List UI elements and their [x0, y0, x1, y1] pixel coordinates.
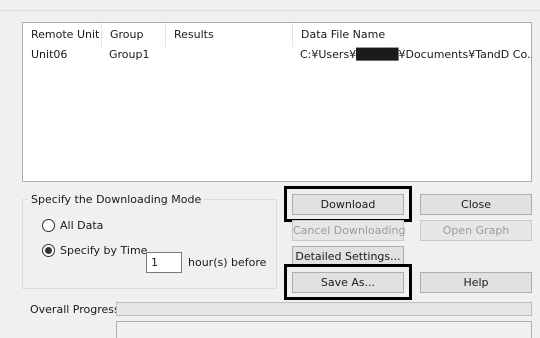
cell-results — [165, 47, 292, 65]
table-row[interactable]: Unit06 Group1 C:¥Users¥█████¥Documents¥T… — [23, 47, 532, 65]
hours-suffix-label: hour(s) before — [188, 256, 267, 269]
cell-data-file-name: C:¥Users¥█████¥Documents¥TandD Co... — [300, 48, 532, 61]
unit-list-view[interactable]: Remote Unit Group Results Data File Name… — [22, 22, 532, 182]
cell-group: Group1 — [109, 48, 150, 61]
cell-remote-unit: Unit06 — [31, 48, 68, 61]
close-button[interactable]: Close — [420, 194, 532, 215]
list-header: Remote Unit Group Results Data File Name — [23, 23, 531, 47]
downloading-mode-title: Specify the Downloading Mode — [28, 192, 205, 208]
column-header-data-file-name[interactable]: Data File Name — [292, 23, 532, 47]
column-header-results[interactable]: Results — [165, 23, 292, 47]
overall-progress-bar — [116, 302, 532, 316]
column-header-group[interactable]: Group — [101, 23, 163, 47]
radio-all-data-label: All Data — [60, 219, 104, 232]
radio-specify-by-time-label: Specify by Time — [60, 244, 148, 257]
radio-circle-icon[interactable] — [42, 219, 55, 232]
radio-specify-by-time[interactable]: Specify by Time — [42, 244, 147, 257]
download-highlight-box — [284, 186, 412, 222]
overall-progress-label: Overall Progress — [30, 303, 120, 316]
status-log-box — [116, 321, 532, 338]
save-as-highlight-box — [284, 264, 412, 300]
help-button[interactable]: Help — [420, 272, 532, 293]
column-header-remote-unit[interactable]: Remote Unit — [23, 23, 99, 47]
radio-all-data[interactable]: All Data — [42, 219, 103, 232]
hours-input[interactable]: 1 — [146, 252, 182, 273]
open-graph-button[interactable]: Open Graph — [420, 220, 532, 241]
cancel-downloading-button[interactable]: Cancel Downloading — [292, 220, 405, 241]
window-top-edge — [0, 0, 540, 11]
radio-selected-icon[interactable] — [42, 244, 55, 257]
